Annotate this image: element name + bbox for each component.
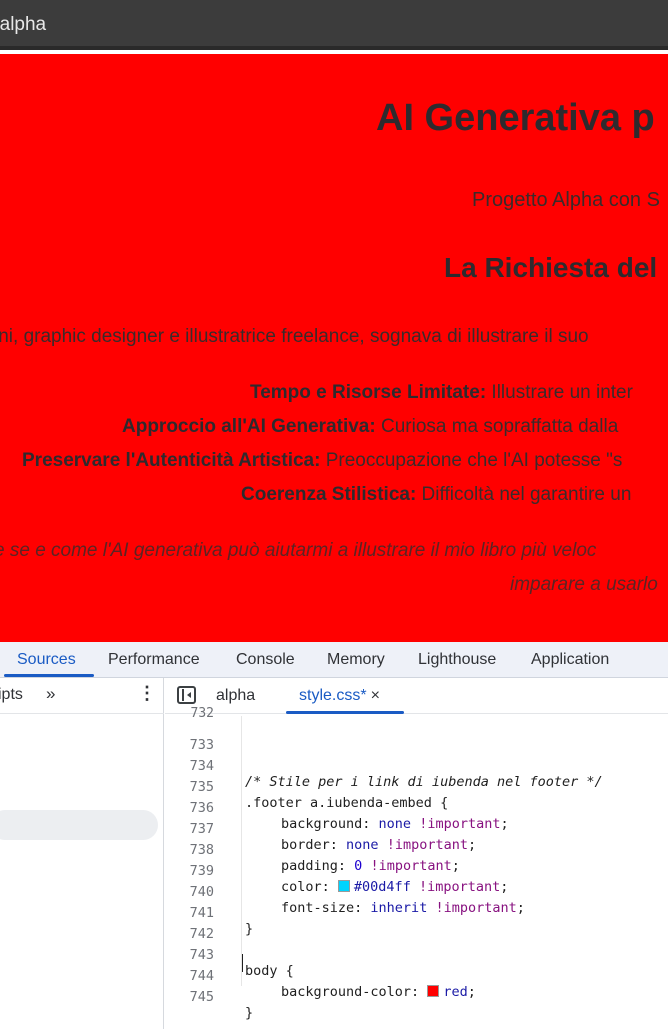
code-line: 741 }	[165, 889, 668, 937]
tab-sources[interactable]: Sources	[17, 651, 76, 669]
point-text: Difficoltà nel garantire un	[416, 484, 632, 505]
code-line: 745 }	[165, 973, 668, 1021]
intro-paragraph: ini, graphic designer e illustratrice fr…	[0, 326, 589, 347]
point-text: Curiosa ma sopraffatta dalla	[375, 416, 619, 437]
code-line: 735 .footer a.iubenda-embed {	[165, 763, 668, 811]
point-label: Preservare l'Autenticità Artistica:	[22, 450, 321, 471]
navigator-tab-scripts[interactable]: ipts	[0, 686, 23, 704]
code-line: 736 background: none !important;	[165, 784, 668, 832]
code-line: 738 padding: 0 !important;	[165, 826, 668, 874]
page-subtitle: Progetto Alpha con S	[472, 189, 660, 211]
point-item: Preservare l'Autenticità Artistica: Preo…	[22, 450, 622, 472]
code-line: 737 border: none !important;	[165, 805, 668, 853]
line-number: 745	[189, 989, 214, 1005]
code-area[interactable]: 732 733 734 /* Stile per i link di iuben…	[165, 706, 668, 1029]
line-number: 732	[190, 706, 214, 721]
code-line: 733	[165, 721, 668, 753]
point-item: Approccio all'AI Generativa: Curiosa ma …	[122, 416, 618, 438]
code-line: 734 /* Stile per i link di iubenda nel f…	[165, 742, 668, 790]
code-line: 742	[165, 910, 668, 942]
tab-memory[interactable]: Memory	[327, 651, 385, 669]
point-text: Illustrare un inter	[486, 382, 633, 403]
toggle-navigator-icon[interactable]	[177, 686, 196, 704]
css-brace: }	[245, 1005, 254, 1021]
web-page-content: AI Generativa p Progetto Alpha con S La …	[0, 54, 668, 642]
more-options-icon[interactable]: ⋮	[138, 683, 156, 704]
devtools-panel: Sources Performance Console Memory Light…	[0, 642, 668, 1029]
tab-performance[interactable]: Performance	[108, 651, 200, 669]
tab-lighthouse[interactable]: Lighthouse	[418, 651, 496, 669]
window-title: 'alpha	[0, 14, 47, 35]
active-tab-indicator	[4, 674, 94, 677]
point-item: Coerenza Stilistica: Difficoltà nel gara…	[241, 484, 631, 506]
tab-application[interactable]: Application	[531, 651, 609, 669]
point-label: Approccio all'AI Generativa:	[122, 416, 376, 437]
text-cursor	[242, 954, 243, 972]
page-heading: AI Generativa p	[376, 97, 655, 139]
navigator-header: ipts » ⋮	[0, 678, 164, 714]
code-line: 739 color: #00d4ff !important;	[165, 847, 668, 895]
close-icon[interactable]: ×	[371, 687, 380, 704]
point-label: Coerenza Stilistica:	[241, 484, 417, 505]
code-editor: alpha style.css* × 732 733 734 /* Stile p…	[165, 678, 668, 1029]
code-line: 743 body {	[165, 931, 668, 979]
file-tab-style-css[interactable]: style.css* ×	[299, 687, 380, 705]
code-line: 740 font-size: inherit !important;	[165, 868, 668, 916]
section-heading: La Richiesta del	[444, 252, 658, 283]
file-tab-bar: alpha style.css* ×	[165, 678, 668, 714]
point-text: Preoccupazione che l'AI potesse "s	[320, 450, 623, 471]
navigator-selected-item[interactable]	[0, 810, 158, 840]
quote-line: imparare a usarlo	[510, 574, 658, 595]
browser-titlebar: 'alpha	[0, 0, 668, 50]
file-tab-label: style.css*	[299, 687, 367, 704]
point-label: Tempo e Risorse Limitate:	[250, 382, 487, 403]
code-line: 744 background-color: red;	[165, 952, 668, 1000]
sources-navigator: ipts » ⋮	[0, 678, 164, 1029]
more-tabs-icon[interactable]: »	[46, 684, 55, 704]
file-tab-alpha[interactable]: alpha	[216, 687, 255, 705]
tab-console[interactable]: Console	[236, 651, 295, 669]
quote-line: e se e come l'AI generativa può aiutarmi…	[0, 540, 597, 561]
point-item: Tempo e Risorse Limitate: Illustrare un …	[250, 382, 633, 404]
devtools-tab-bar: Sources Performance Console Memory Light…	[0, 642, 668, 678]
